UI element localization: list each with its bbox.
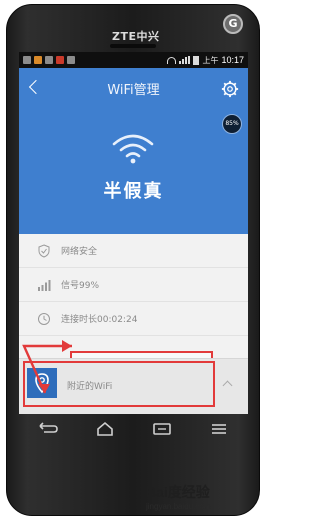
clock-time: 10:17 bbox=[221, 55, 244, 65]
am-pm-label: 上午 bbox=[202, 55, 219, 65]
recent-apps-key-icon[interactable] bbox=[150, 421, 174, 437]
location-tile bbox=[27, 368, 57, 398]
wifi-icon bbox=[167, 56, 177, 64]
status-bar: 上午 10:17 bbox=[19, 52, 248, 68]
info-row-label: 网络安全 bbox=[61, 247, 98, 257]
wifi-icon bbox=[112, 134, 154, 164]
page-title: WiFi管理 bbox=[107, 83, 160, 98]
clock-icon bbox=[38, 312, 50, 325]
connection-info-list: 网络安全 信号99% 连接时长00:02:24 bbox=[19, 234, 248, 336]
hardware-nav-keys bbox=[19, 416, 248, 442]
wifi-header: WiFi管理 85% 半假真 bbox=[19, 68, 248, 234]
app-notification-icon bbox=[23, 56, 31, 64]
speed-badge[interactable]: 85% bbox=[222, 114, 242, 134]
shield-icon bbox=[38, 243, 50, 258]
info-row-duration: 连接时长00:02:24 bbox=[19, 302, 248, 336]
signal-bars-icon bbox=[38, 279, 51, 291]
info-row-security: 网络安全 bbox=[19, 234, 248, 268]
back-key-icon[interactable] bbox=[36, 421, 60, 437]
menu-key-icon[interactable] bbox=[207, 421, 231, 437]
info-row-label: 连接时长00:02:24 bbox=[61, 315, 138, 325]
app-notification-icon bbox=[56, 56, 64, 64]
baidu-watermark-url: jingyan.baidu.com bbox=[146, 502, 211, 511]
baidu-watermark-logo: Bai度经验 bbox=[146, 484, 210, 500]
signal-icon bbox=[179, 56, 191, 64]
app-notification-icon bbox=[34, 56, 42, 64]
nearby-wifi-bar[interactable]: 附近的WiFi bbox=[19, 358, 248, 414]
app-notification-icon bbox=[67, 56, 75, 64]
info-row-signal: 信号99% bbox=[19, 268, 248, 302]
network-name: 半假真 bbox=[103, 181, 164, 202]
home-key-icon[interactable] bbox=[93, 421, 117, 437]
location-pin-icon bbox=[35, 373, 49, 394]
chevron-up-icon[interactable] bbox=[222, 380, 233, 391]
carrier-logo: G bbox=[223, 14, 243, 34]
brand-logo: ZTE中兴 bbox=[112, 30, 160, 43]
battery-icon bbox=[193, 55, 200, 65]
info-row-label: 信号99% bbox=[61, 281, 100, 291]
phone-screen: 上午 10:17 WiFi管理 85% 半假真 网络安全 信号99% 连接时长0… bbox=[19, 52, 248, 414]
app-notification-icon bbox=[45, 56, 53, 64]
gear-icon[interactable] bbox=[221, 80, 239, 98]
earpiece-speaker bbox=[110, 44, 156, 48]
nearby-wifi-label: 附近的WiFi bbox=[67, 382, 113, 392]
